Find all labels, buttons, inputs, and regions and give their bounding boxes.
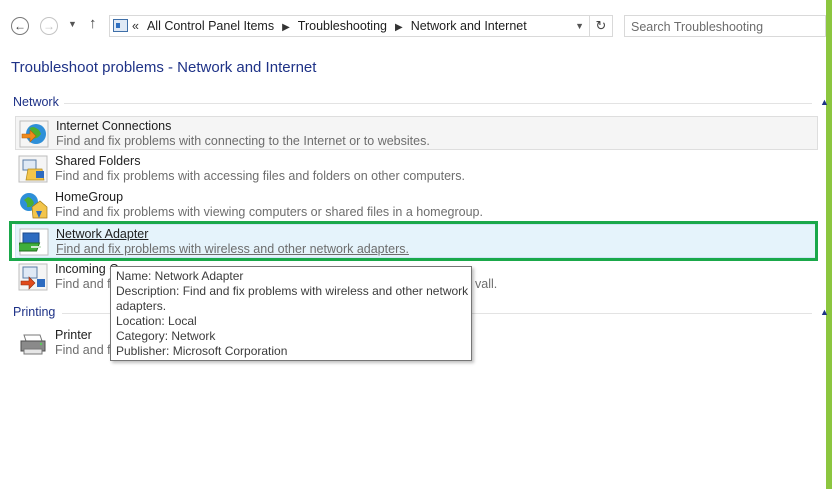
tooltip-description: Description: Find and fix problems with … (116, 284, 469, 298)
breadcrumb-all-control-panel-items[interactable]: All Control Panel Items (147, 19, 274, 33)
refresh-button[interactable]: ↻ (589, 16, 612, 36)
page-title: Troubleshoot problems - Network and Inte… (11, 59, 317, 76)
tooltip-location: Location: Local (116, 314, 197, 328)
up-button[interactable]: ↑ (89, 15, 97, 32)
refresh-icon: ↻ (595, 18, 607, 33)
forward-button[interactable]: → (40, 17, 58, 35)
address-bar[interactable]: « All Control Panel Items ▶ Troubleshooting… (109, 15, 613, 37)
list-item-shared-folders[interactable]: Shared Folders Find and fix problems wit… (15, 152, 818, 186)
breadcrumb: « All Control Panel Items ▶ Troubleshooting… (132, 19, 527, 33)
search-box[interactable] (624, 15, 826, 37)
collapse-network-icon[interactable]: ▲ (820, 97, 829, 107)
item-name[interactable]: Shared Folders (55, 154, 140, 168)
forward-arrow-icon: → (43, 19, 55, 33)
homegroup-icon (20, 193, 48, 219)
tooltip: Name: Network Adapter Description: Find … (110, 266, 472, 361)
item-description-tail: vall. (475, 277, 498, 291)
chevron-right-icon[interactable]: ▶ (395, 22, 403, 33)
collapse-printing-icon[interactable]: ▲ (820, 307, 829, 317)
item-description: Find and fix problems with accessing fil… (55, 169, 465, 183)
list-item-homegroup[interactable]: HomeGroup Find and fix problems with vie… (15, 188, 818, 222)
search-input[interactable] (629, 18, 803, 36)
item-description: Find and fix problems with viewing compu… (55, 205, 483, 219)
breadcrumb-overflow[interactable]: « (132, 19, 139, 33)
list-item-internet-connections[interactable]: Internet Connections Find and fix proble… (15, 116, 818, 150)
item-description: Find and fix problems with connecting to… (56, 134, 430, 148)
group-header-network[interactable]: Network (13, 95, 59, 109)
item-description: Find and fi (55, 343, 114, 357)
item-name[interactable]: Printer (55, 328, 92, 342)
highlight-box (9, 221, 818, 261)
tooltip-name: Name: Network Adapter (116, 269, 244, 283)
breadcrumb-troubleshooting[interactable]: Troubleshooting (298, 19, 387, 33)
tooltip-publisher: Publisher: Microsoft Corporation (116, 344, 288, 358)
chevron-right-icon[interactable]: ▶ (282, 22, 290, 33)
address-dropdown[interactable]: ▼ (575, 21, 584, 31)
breadcrumb-network-and-internet[interactable]: Network and Internet (411, 19, 527, 33)
item-description: Find and fi (55, 277, 114, 291)
item-name[interactable]: Internet Connections (56, 119, 171, 133)
printer-icon (20, 334, 46, 355)
recent-locations-dropdown[interactable]: ▼ (68, 19, 77, 29)
navigation-bar: ← → ▼ ↑ « All Control Panel Items ▶ Trouble… (0, 0, 826, 52)
up-arrow-icon: ↑ (89, 15, 97, 32)
control-panel-icon (113, 19, 128, 32)
globe-icon (19, 120, 49, 148)
chevron-down-icon: ▼ (68, 19, 77, 29)
back-arrow-icon: ← (14, 19, 26, 33)
tooltip-description-cont: adapters. (116, 299, 167, 313)
group-header-printing[interactable]: Printing (13, 305, 55, 319)
shared-folder-icon (18, 155, 48, 183)
back-button[interactable]: ← (11, 17, 29, 35)
chevron-down-icon: ▼ (575, 21, 584, 31)
group-divider (64, 103, 812, 104)
incoming-connections-icon (18, 263, 48, 291)
control-panel-window: ← → ▼ ↑ « All Control Panel Items ▶ Trouble… (0, 0, 829, 489)
item-name[interactable]: HomeGroup (55, 190, 123, 204)
tooltip-category: Category: Network (116, 329, 216, 343)
